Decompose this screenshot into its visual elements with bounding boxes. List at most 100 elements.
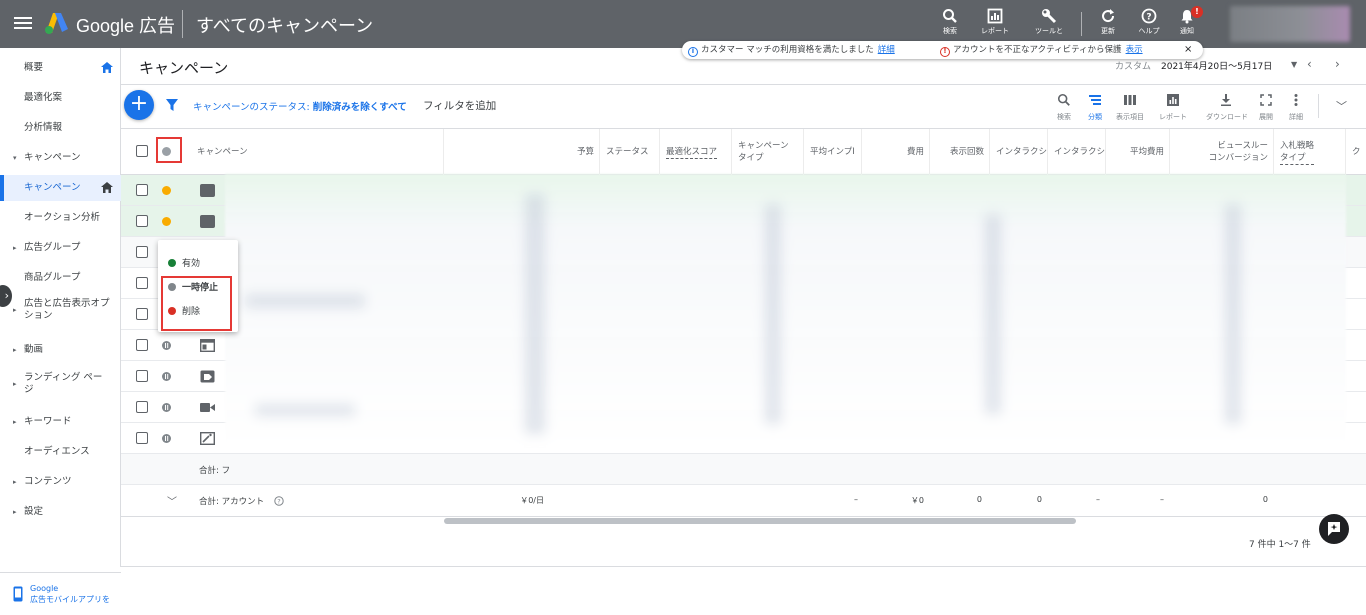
row-checkbox[interactable] — [136, 215, 148, 227]
column-campaign-type[interactable]: キャンペーン タイプ — [732, 129, 804, 175]
table-more-button[interactable]: 詳細 — [1279, 92, 1313, 122]
sidebar-item-audiences[interactable]: オーディエンス — [0, 439, 121, 465]
sidebar-item-auction-insights[interactable]: オークション分析 — [0, 205, 121, 231]
table-download-button[interactable]: ダウンロード — [1206, 92, 1248, 122]
svg-text:?: ? — [1146, 13, 1151, 23]
column-clipped[interactable]: ク — [1346, 129, 1366, 175]
sidebar-item-ad-groups[interactable]: ▸ 広告グループ — [0, 235, 121, 261]
date-range-label: カスタム — [1115, 62, 1152, 72]
account-info-blurred[interactable] — [1230, 6, 1350, 42]
sidebar-item-overview[interactable]: 概要 — [0, 55, 121, 81]
column-budget[interactable]: 予算 — [444, 129, 600, 175]
column-interactions[interactable]: インタラクシ — [990, 129, 1048, 175]
row-checkbox[interactable] — [136, 370, 148, 382]
search-icon — [1057, 93, 1070, 106]
filter-icon[interactable] — [165, 98, 179, 112]
feedback-button[interactable] — [1319, 514, 1349, 544]
sidebar-item-settings[interactable]: ▸ 設定 — [0, 499, 121, 525]
display-campaign-icon — [200, 339, 215, 352]
info-icon: i — [688, 47, 698, 57]
header-divider — [182, 10, 183, 38]
menu-item-enabled[interactable]: 有効 — [168, 256, 200, 269]
menu-icon[interactable] — [14, 14, 32, 34]
mobile-app-promo[interactable]: Google 広告モバイルアプリを — [0, 572, 121, 615]
status-warning-icon[interactable] — [162, 217, 171, 226]
table-columns-button[interactable]: 表示項目 — [1113, 92, 1147, 122]
notice-details-link[interactable]: 詳細 — [878, 45, 895, 55]
video-campaign-icon — [200, 403, 215, 412]
date-next-button[interactable]: › — [1335, 57, 1340, 71]
status-paused-icon[interactable] — [162, 434, 171, 443]
caret-right-icon: ▸ — [13, 418, 17, 426]
svg-text:?: ? — [277, 498, 280, 506]
notice-view-link[interactable]: 表示 — [1126, 45, 1143, 55]
header-search-button[interactable]: 検索 — [930, 8, 970, 36]
column-impressions[interactable]: 表示回数 — [930, 129, 990, 175]
row-checkbox[interactable] — [136, 184, 148, 196]
status-filter-chip[interactable]: キャンペーンのステータス: 削除済みを除くすべて — [193, 99, 407, 113]
add-campaign-button[interactable]: + — [124, 90, 154, 120]
wrench-icon — [1042, 9, 1057, 24]
select-all-checkbox[interactable] — [136, 145, 148, 157]
search-campaign-icon — [200, 184, 215, 197]
row-checkbox[interactable] — [136, 308, 148, 320]
table-reports-button[interactable]: レポート — [1156, 92, 1190, 122]
row-checkbox[interactable] — [136, 432, 148, 444]
home-icon — [101, 62, 113, 73]
sidebar-item-ads-extensions[interactable]: ▸ 広告と広告表示オプション — [0, 296, 110, 326]
horizontal-scrollbar[interactable] — [444, 518, 1076, 524]
row-checkbox[interactable] — [136, 277, 148, 289]
sidebar-item-content[interactable]: ▸ コンテンツ — [0, 469, 121, 495]
column-avg-cost[interactable]: 平均費用 — [1106, 129, 1170, 175]
status-warning-icon[interactable] — [162, 186, 171, 195]
chevron-down-icon[interactable]: ﹀ — [167, 493, 177, 508]
column-avg-impression[interactable]: 平均インプI — [804, 129, 862, 175]
row-checkbox[interactable] — [136, 401, 148, 413]
header-tools-divider — [1081, 12, 1082, 36]
column-bid-strategy[interactable]: 入札戦略 タイプ — [1274, 129, 1346, 175]
header-notifications-button[interactable]: ! 通知 — [1167, 6, 1207, 36]
reports-icon — [1167, 94, 1179, 106]
add-filter-button[interactable]: フィルタを追加 — [423, 98, 496, 113]
header-help-button[interactable]: ? ヘルプ — [1129, 8, 1169, 36]
google-ads-logo — [45, 13, 68, 34]
main-content: キャンペーン カスタム 2021年4月20日～5月17日 ▼ ‹ › i カスタマ… — [121, 41, 1366, 567]
header-reports-button[interactable]: レポート — [975, 8, 1015, 36]
chevron-down-icon[interactable]: ﹀ — [1336, 98, 1347, 114]
table-fullscreen-button[interactable]: 展開 — [1249, 92, 1283, 122]
caret-right-icon: ▸ — [13, 346, 17, 354]
row-checkbox[interactable] — [136, 246, 148, 258]
column-optimization-score[interactable]: 最適化スコア — [660, 129, 732, 175]
sidebar-item-landing-pages[interactable]: ▸ ランディング ページ — [0, 370, 110, 400]
header-tools-button[interactable]: ツールと — [1029, 8, 1069, 36]
sidebar-item-insights[interactable]: 分析情報 — [0, 115, 121, 141]
sidebar-item-campaigns[interactable]: キャンペーン — [0, 175, 121, 201]
highlight-box-menu — [161, 276, 232, 331]
help-icon[interactable]: ? — [274, 496, 284, 506]
date-range-picker[interactable]: 2021年4月20日～5月17日 — [1161, 59, 1272, 72]
column-status[interactable]: ステータス — [600, 129, 660, 175]
status-paused-icon[interactable] — [162, 403, 171, 412]
header-refresh-button[interactable]: 更新 — [1088, 8, 1128, 36]
date-prev-button[interactable]: ‹ — [1307, 57, 1312, 71]
account-heading[interactable]: すべてのキャンペーン — [196, 12, 373, 38]
status-paused-icon[interactable] — [162, 341, 171, 350]
sidebar-item-product-groups[interactable]: 商品グループ — [0, 265, 121, 291]
table-segment-button[interactable]: 分類 — [1078, 92, 1112, 122]
table-search-button[interactable]: 検索 — [1047, 92, 1081, 122]
row-checkbox[interactable] — [136, 339, 148, 351]
date-dropdown-icon[interactable]: ▼ — [1291, 60, 1297, 69]
column-cost[interactable]: 費用 — [862, 129, 930, 175]
column-interaction-rate[interactable]: インタラクシ — [1048, 129, 1106, 175]
sidebar-item-keywords[interactable]: ▸ キーワード — [0, 409, 121, 435]
sidebar-nav: 概要 最適化案 分析情報 ▾ キャンペーン キャンペーン オークション分析 ▸ … — [0, 48, 121, 604]
sidebar-item-recommendations[interactable]: 最適化案 — [0, 85, 121, 111]
status-paused-icon[interactable] — [162, 372, 171, 381]
column-campaign[interactable]: キャンペーン — [191, 129, 444, 175]
sidebar-item-campaigns-group[interactable]: ▾ キャンペーン — [0, 145, 121, 171]
column-viewthrough-conversions[interactable]: ビュースルー コンバージョン — [1170, 129, 1274, 175]
close-icon[interactable]: × — [1184, 41, 1192, 59]
sidebar-item-videos[interactable]: ▸ 動画 — [0, 337, 121, 363]
search-campaign-icon — [200, 215, 215, 228]
brand-title[interactable]: Google 広告 — [76, 12, 175, 38]
